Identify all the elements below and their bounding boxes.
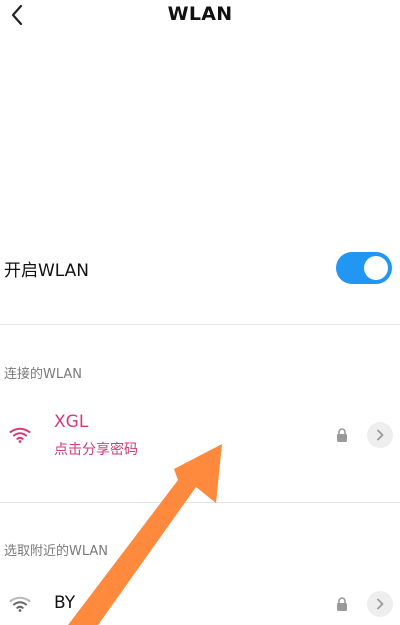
annotation-arrow — [68, 444, 222, 625]
nearby-section-header: 选取附近的WLAN — [4, 544, 109, 559]
share-password-link[interactable]: 点击分享密码 — [54, 439, 138, 459]
nearby-network-row[interactable]: BY — [0, 582, 400, 625]
connected-network-row[interactable]: XGL 点击分享密码 — [0, 405, 400, 467]
chevron-right-icon — [377, 598, 384, 610]
page-title: WLAN — [167, 3, 233, 25]
network-details-button[interactable] — [367, 591, 393, 617]
lock-icon — [337, 428, 347, 442]
lock-icon — [337, 597, 347, 611]
wifi-icon — [9, 596, 31, 612]
divider — [0, 502, 400, 503]
wlan-toggle-row[interactable]: 开启WLAN — [0, 240, 400, 296]
wlan-toggle-switch[interactable] — [336, 252, 392, 284]
wlan-settings-screen: WLAN 开启WLAN 连接的WLAN XGL 点击分享密码 选取附近的WLAN… — [0, 0, 400, 625]
toggle-knob — [364, 256, 388, 280]
connected-ssid: XGL — [54, 412, 89, 432]
nearby-ssid: BY — [54, 593, 76, 613]
wifi-icon — [9, 427, 31, 443]
connected-section-header: 连接的WLAN — [4, 367, 83, 382]
network-details-button[interactable] — [367, 422, 393, 448]
wlan-toggle-label: 开启WLAN — [4, 260, 90, 281]
divider — [0, 324, 400, 325]
chevron-right-icon — [377, 429, 384, 441]
